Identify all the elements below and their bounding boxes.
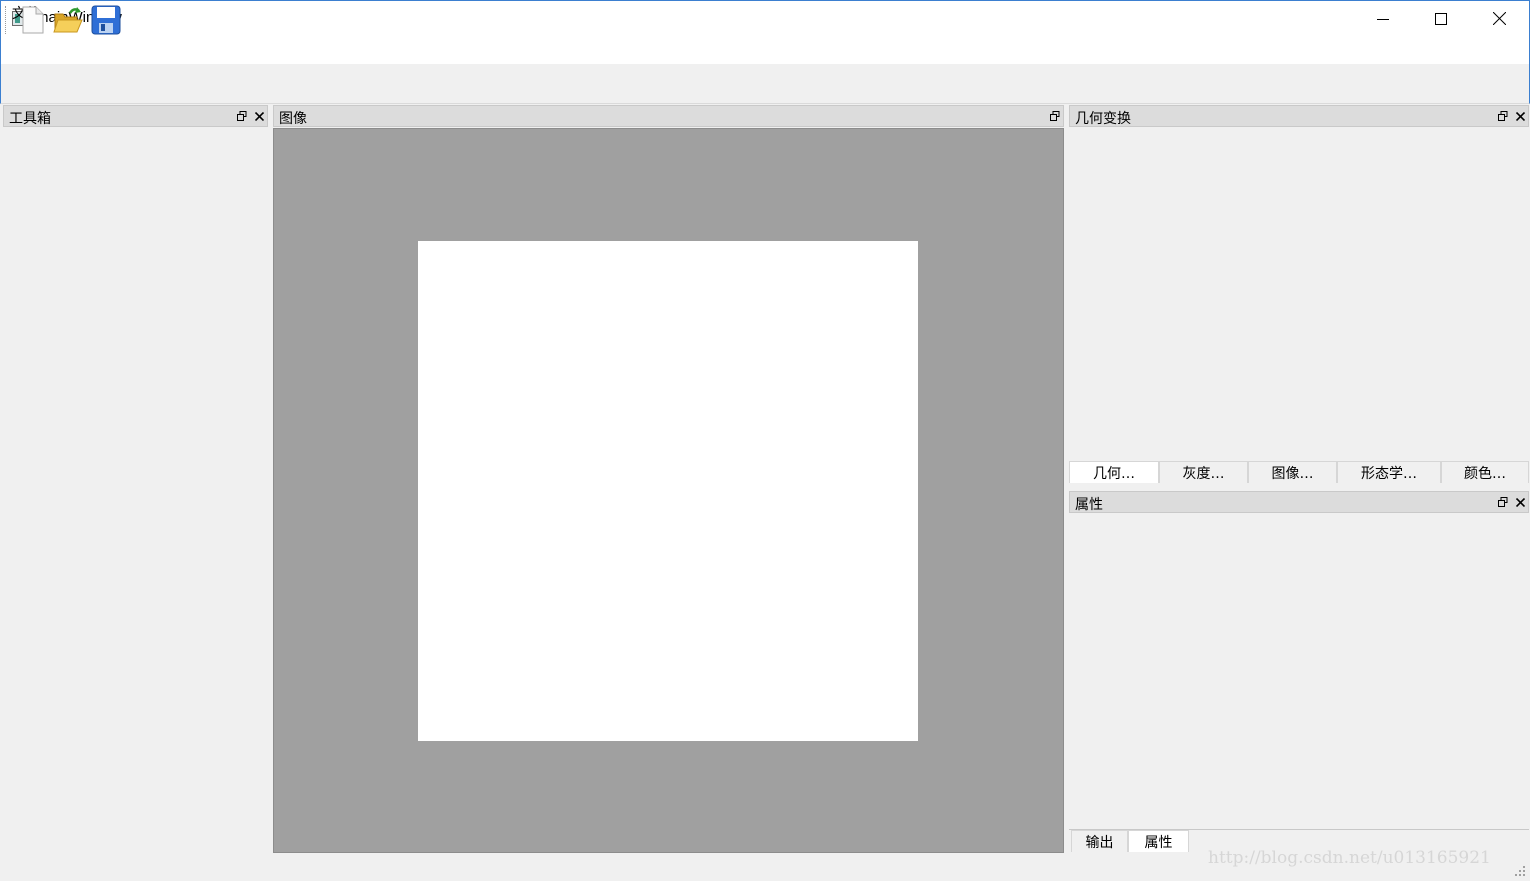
open-folder-icon bbox=[53, 7, 83, 33]
float-icon bbox=[1050, 111, 1060, 121]
geometry-float-button[interactable] bbox=[1496, 109, 1510, 123]
close-icon bbox=[1515, 111, 1525, 121]
new-file-button[interactable] bbox=[16, 4, 48, 36]
minimize-button[interactable] bbox=[1354, 0, 1412, 37]
minimize-icon bbox=[1377, 18, 1389, 20]
close-icon bbox=[1515, 497, 1525, 507]
float-icon bbox=[237, 111, 247, 121]
properties-close-button[interactable] bbox=[1513, 495, 1527, 509]
geometry-close-button[interactable] bbox=[1513, 109, 1527, 123]
geometry-dock-title: 几何变换 bbox=[1069, 105, 1529, 127]
properties-dock-title: 属性 bbox=[1069, 491, 1529, 513]
close-icon bbox=[1492, 12, 1506, 25]
properties-title: 属性 bbox=[1075, 497, 1103, 513]
properties-float-button[interactable] bbox=[1496, 495, 1510, 509]
tab-grayscale[interactable]: 灰度… bbox=[1159, 461, 1248, 483]
watermark: http://blog.csdn.net/u013165921 bbox=[1208, 848, 1491, 868]
toolbar bbox=[0, 64, 1530, 104]
toolbox-float-button[interactable] bbox=[235, 109, 249, 123]
close-icon bbox=[254, 111, 264, 121]
tab-geometry[interactable]: 几何… bbox=[1069, 461, 1159, 483]
tab-properties[interactable]: 属性 bbox=[1128, 830, 1189, 852]
menu-bar bbox=[0, 38, 1530, 64]
new-file-icon bbox=[22, 6, 44, 34]
geometry-title: 几何变换 bbox=[1075, 111, 1131, 127]
title-bar bbox=[0, 0, 1530, 38]
tab-color[interactable]: 颜色… bbox=[1441, 461, 1529, 483]
close-button[interactable] bbox=[1470, 0, 1528, 37]
toolbox-title: 工具箱 bbox=[9, 111, 51, 127]
open-folder-button[interactable] bbox=[52, 4, 84, 36]
tab-morphology[interactable]: 形态学… bbox=[1337, 461, 1441, 483]
image-title: 图像 bbox=[279, 111, 307, 127]
maximize-icon bbox=[1435, 12, 1447, 25]
toolbar-handle[interactable] bbox=[5, 6, 8, 34]
tab-image[interactable]: 图像… bbox=[1248, 461, 1337, 483]
resize-grip-icon bbox=[1515, 866, 1525, 876]
toolbox-close-button[interactable] bbox=[252, 109, 266, 123]
maximize-button[interactable] bbox=[1412, 0, 1470, 37]
image-float-button[interactable] bbox=[1048, 109, 1062, 123]
save-button[interactable] bbox=[90, 4, 122, 36]
toolbox-dock-title: 工具箱 bbox=[3, 105, 268, 127]
tab-output[interactable]: 输出 bbox=[1071, 830, 1128, 852]
tool-tab-bar: 几何… 灰度… 图像… 形态学… 颜色… bbox=[1069, 461, 1529, 483]
image-dock-title: 图像 bbox=[273, 105, 1064, 127]
image-canvas[interactable] bbox=[418, 241, 918, 741]
float-icon bbox=[1498, 497, 1508, 507]
float-icon bbox=[1498, 111, 1508, 121]
save-icon bbox=[91, 5, 121, 35]
resize-grip[interactable] bbox=[1514, 865, 1526, 877]
